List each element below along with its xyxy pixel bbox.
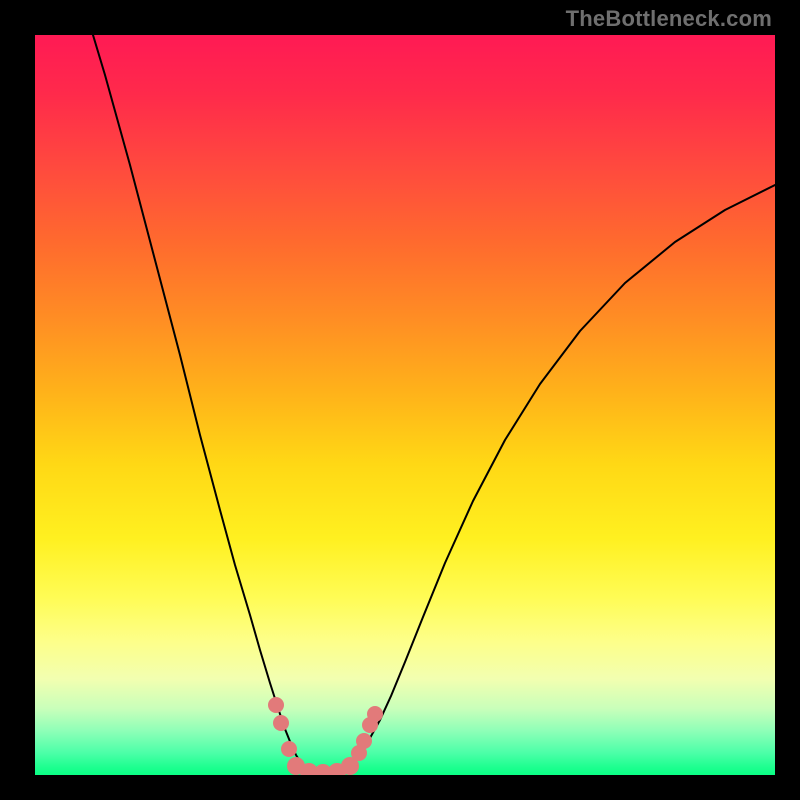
bottleneck-curve: [90, 35, 775, 772]
bottleneck-curve-svg: [35, 35, 775, 775]
curve-marker: [281, 741, 297, 757]
curve-marker: [273, 715, 289, 731]
chart-frame: TheBottleneck.com: [0, 0, 800, 800]
plot-area: [35, 35, 775, 775]
curve-marker: [356, 733, 372, 749]
curve-marker: [268, 697, 284, 713]
curve-markers: [268, 697, 383, 775]
watermark-text: TheBottleneck.com: [566, 6, 772, 32]
curve-marker: [367, 706, 383, 722]
